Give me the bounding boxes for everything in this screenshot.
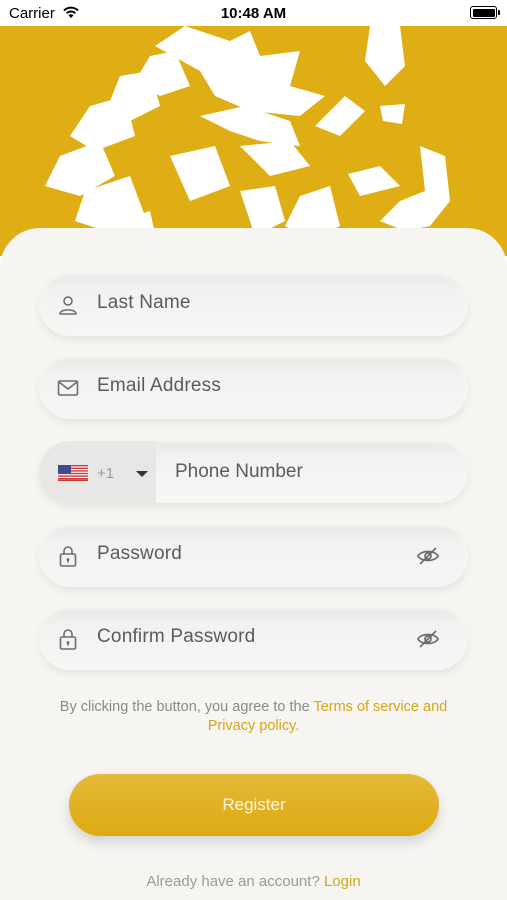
phone-placeholder: Phone Number	[175, 461, 303, 482]
user-icon	[59, 296, 77, 315]
last-name-field[interactable]: Last Name	[39, 274, 468, 336]
password-field[interactable]: Password	[39, 525, 468, 587]
register-button[interactable]: Register	[69, 774, 439, 836]
chevron-down-icon	[136, 471, 148, 477]
eye-off-icon[interactable]	[416, 627, 440, 651]
email-placeholder: Email Address	[97, 375, 222, 396]
login-link[interactable]: Login	[324, 873, 361, 890]
eye-off-icon[interactable]	[416, 544, 440, 568]
login-prompt: Already have an account? Login	[0, 873, 507, 890]
hero-banner	[0, 26, 507, 256]
clock: 10:48 AM	[220, 5, 287, 22]
password-placeholder: Password	[97, 543, 183, 564]
confirm-password-placeholder: Confirm Password	[97, 626, 256, 647]
terms-prefix: By clicking the button, you agree to the	[59, 699, 314, 715]
confirm-password-field[interactable]: Confirm Password	[39, 608, 468, 670]
battery-icon	[470, 6, 500, 19]
lion-logo-icon	[45, 26, 450, 256]
login-prompt-text: Already have an account?	[146, 873, 324, 890]
us-flag-icon	[58, 465, 88, 481]
terms-notice: By clicking the button, you agree to the…	[40, 698, 467, 736]
mail-icon	[57, 380, 79, 396]
lock-icon	[59, 629, 77, 650]
email-field[interactable]: Email Address	[39, 357, 468, 419]
phone-field[interactable]: +1 Phone Number	[39, 441, 468, 503]
lock-icon	[59, 546, 77, 567]
status-bar: Carrier 10:48 AM	[0, 0, 507, 26]
last-name-placeholder: Last Name	[97, 292, 191, 313]
country-code: +1	[97, 465, 115, 482]
country-code-selector[interactable]: +1	[39, 441, 156, 503]
